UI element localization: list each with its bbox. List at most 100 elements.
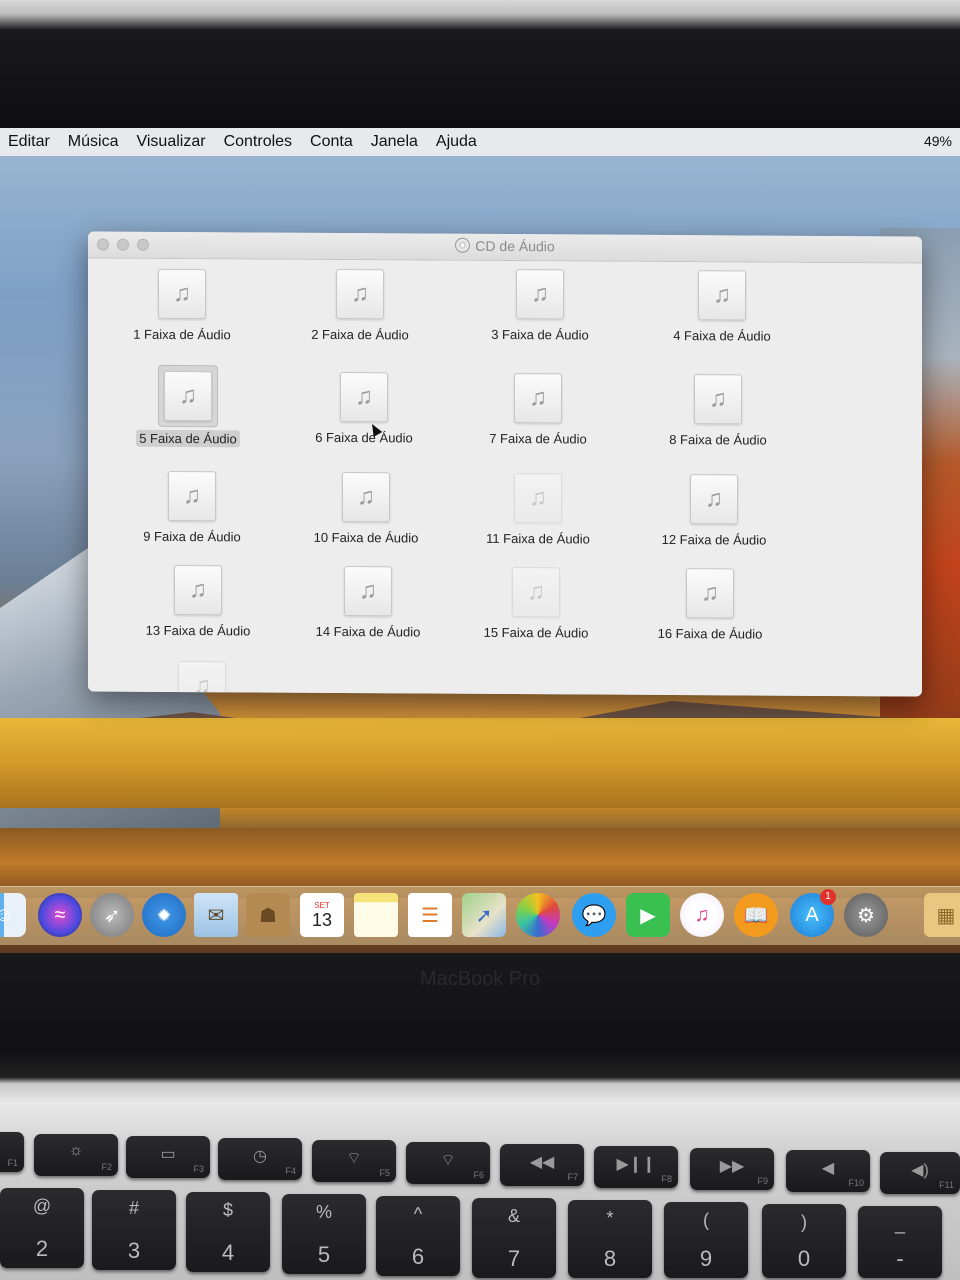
key-label: F5 <box>379 1168 390 1178</box>
menu-janela[interactable]: Janela <box>363 133 428 151</box>
key-symbol: % <box>315 1202 332 1222</box>
battery-percentage[interactable]: 49% <box>924 133 952 149</box>
key-symbol: & <box>507 1206 520 1226</box>
reminders-icon[interactable]: ☰ <box>408 893 452 937</box>
ibooks-icon[interactable]: 📖 <box>734 893 778 937</box>
app-store-icon[interactable]: A1 <box>790 889 836 937</box>
track-item[interactable]: ♫ 7 Faixa de Áudio <box>448 373 628 449</box>
key-7[interactable]: & 7 <box>472 1198 556 1278</box>
track-item[interactable]: ♫ 9 Faixa de Áudio <box>102 470 282 547</box>
key-5[interactable]: % 5 <box>282 1194 366 1274</box>
mute-icon: ◀ <box>821 1160 835 1177</box>
key-f1[interactable]: F1 <box>0 1132 24 1172</box>
track-item[interactable]: ♫ 6 Faixa de Áudio <box>274 371 454 448</box>
key-digit: 3 <box>127 1238 141 1263</box>
key-4[interactable]: $4 <box>186 1192 270 1272</box>
mission-control-icon: ▭ <box>160 1146 176 1163</box>
track-label: 5 Faixa de Áudio <box>136 429 240 448</box>
key-minus[interactable]: _ - <box>858 1206 942 1278</box>
track-item[interactable]: ♫ 1 Faixa de Áudio <box>92 268 272 344</box>
key-2[interactable]: @2 <box>0 1188 84 1268</box>
menu-ajuda[interactable]: Ajuda <box>428 133 487 151</box>
photos-icon[interactable] <box>516 893 560 937</box>
safari-icon[interactable]: ✦ <box>142 893 186 937</box>
music-note-icon: ♫ <box>516 269 564 320</box>
key-f4[interactable]: ◷ F4 <box>218 1138 302 1180</box>
key-digit: 0 <box>797 1246 811 1271</box>
messages-icon[interactable]: 💬 <box>572 893 616 937</box>
key-label: F9 <box>757 1176 768 1186</box>
key-f10[interactable]: ◀ F10 <box>786 1150 870 1192</box>
window-title: CD de Áudio <box>88 235 922 256</box>
key-f9[interactable]: ▶▶ F9 <box>690 1148 774 1190</box>
key-8[interactable]: * 8 <box>568 1200 652 1278</box>
key-digit: 2 <box>35 1236 49 1261</box>
music-note-icon: ♫ <box>340 371 388 423</box>
cd-icon <box>455 237 471 253</box>
track-label: 2 Faixa de Áudio <box>311 326 409 343</box>
fast-forward-icon: ▶▶ <box>719 1158 745 1175</box>
track-label: 8 Faixa de Áudio <box>669 432 767 448</box>
track-label: 15 Faixa de Áudio <box>483 624 589 641</box>
music-note-icon: ♫ <box>174 564 222 616</box>
key-0[interactable]: ) 0 <box>762 1204 846 1278</box>
mail-icon[interactable]: ✉ <box>194 893 238 937</box>
key-digit: 7 <box>507 1246 521 1271</box>
track-item[interactable]: ♫ 10 Faixa de Áudio <box>276 472 456 548</box>
track-item[interactable]: ♫ 16 Faixa de Áudio <box>620 568 800 644</box>
key-label: F10 <box>848 1178 864 1188</box>
keyboard-light-down-icon: ⌔ <box>346 1150 362 1167</box>
key-symbol: $ <box>222 1200 233 1220</box>
contacts-icon[interactable]: ☗ <box>246 893 290 937</box>
track-item[interactable]: ♫ 2 Faixa de Áudio <box>270 268 450 345</box>
laptop-top-bezel <box>0 0 960 130</box>
downloads-icon[interactable]: ▦ <box>924 893 960 937</box>
menu-visualizar[interactable]: Visualizar <box>128 133 215 151</box>
track-item[interactable]: ♫ 15 Faixa de Áudio <box>446 567 626 643</box>
key-f2[interactable]: ☼ F2 <box>34 1134 118 1176</box>
music-note-icon: ♫ <box>694 374 742 425</box>
track-label: 7 Faixa de Áudio <box>489 430 587 447</box>
key-f11[interactable]: ◀) F11 <box>880 1152 960 1194</box>
track-item[interactable]: ♫ 8 Faixa de Áudio <box>628 374 808 450</box>
notes-icon[interactable] <box>354 893 398 937</box>
music-note-icon: ♫ <box>344 566 392 617</box>
track-label: 6 Faixa de Áudio <box>315 429 413 446</box>
itunes-icon[interactable]: ♫ <box>680 893 724 937</box>
menu-musica[interactable]: Música <box>60 133 129 151</box>
menu-editar[interactable]: Editar <box>0 133 60 151</box>
track-label: 13 Faixa de Áudio <box>145 622 251 639</box>
menu-conta[interactable]: Conta <box>302 133 363 151</box>
music-note-icon: ♫ <box>164 370 212 422</box>
track-label: 4 Faixa de Áudio <box>673 328 771 344</box>
wallpaper-foliage <box>0 718 960 808</box>
key-6[interactable]: ^ 6 <box>376 1196 460 1276</box>
track-item[interactable]: ♫ 14 Faixa de Áudio <box>278 566 458 642</box>
key-f8[interactable]: ▶❙❙ F8 <box>594 1146 678 1188</box>
track-item-partial[interactable]: ♫ <box>112 661 292 697</box>
key-f6[interactable]: ⌔ F6 <box>406 1142 490 1184</box>
key-f7[interactable]: ◀◀ F7 <box>500 1144 584 1186</box>
key-f5[interactable]: ⌔ F5 <box>312 1140 396 1182</box>
finder-icon[interactable]: ☺ <box>0 893 26 937</box>
launchpad-icon[interactable]: ➶ <box>90 893 134 937</box>
key-3[interactable]: #3 <box>92 1190 176 1270</box>
facetime-icon[interactable]: ▶ <box>626 893 670 937</box>
menu-controles[interactable]: Controles <box>216 133 302 151</box>
track-item[interactable]: ♫ 4 Faixa de Áudio <box>632 270 812 346</box>
track-item-selected[interactable]: ♫ 5 Faixa de Áudio <box>98 364 278 449</box>
key-9[interactable]: (9 <box>664 1202 748 1278</box>
track-item[interactable]: ♫ 12 Faixa de Áudio <box>624 474 804 550</box>
track-item[interactable]: ♫ 3 Faixa de Áudio <box>450 269 630 345</box>
calendar-icon[interactable]: SET 13 <box>300 893 344 937</box>
siri-icon[interactable]: ≈ <box>38 893 82 937</box>
track-label: 10 Faixa de Áudio <box>313 529 419 546</box>
key-symbol: ^ <box>413 1204 423 1224</box>
music-note-icon: ♫ <box>686 568 734 619</box>
key-f3[interactable]: ▭ F3 <box>126 1136 210 1178</box>
system-preferences-icon[interactable]: ⚙ <box>844 893 888 937</box>
window-title-text: CD de Áudio <box>475 237 555 255</box>
track-item[interactable]: ♫ 13 Faixa de Áudio <box>108 564 288 641</box>
track-item[interactable]: ♫ 11 Faixa de Áudio <box>448 473 628 549</box>
maps-icon[interactable]: ➚ <box>462 893 506 937</box>
